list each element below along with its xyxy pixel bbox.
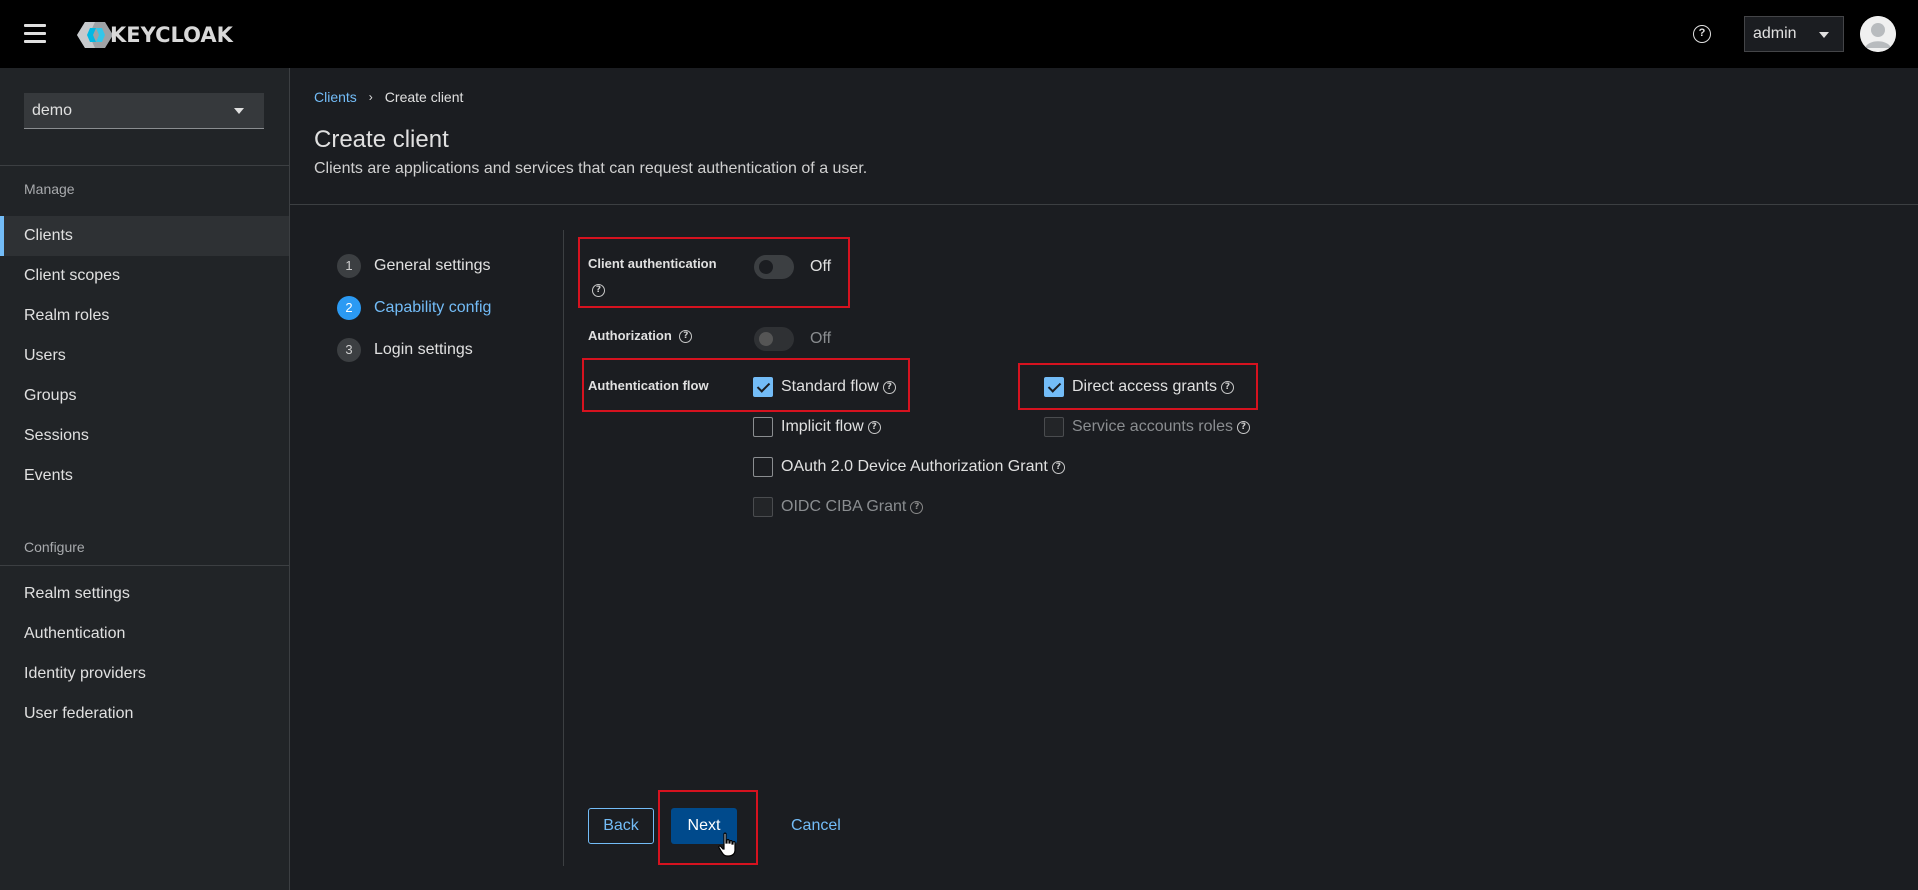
client-authentication-label: Client authentication [588,256,717,271]
step-label: General settings [374,257,491,274]
user-menu-label: admin [1753,25,1797,42]
client-authentication-toggle[interactable] [754,255,794,279]
sidebar-item-realm-settings[interactable]: Realm settings [0,574,289,614]
user-avatar-icon[interactable] [1860,16,1896,52]
help-icon[interactable]: ? [1051,460,1065,474]
page-description: Clients are applications and services th… [314,160,868,177]
direct-access-grants-checkbox[interactable]: Direct access grants ? [1044,377,1234,397]
wizard-divider [563,230,564,866]
hamburger-menu-icon[interactable] [24,24,48,44]
caret-down-icon [1819,32,1829,38]
chevron-right-icon: › [368,90,373,104]
help-icon[interactable]: ? [867,420,881,434]
sidebar-item-clients[interactable]: Clients [0,216,289,256]
wizard-step-general-settings[interactable]: 1 General settings [337,254,491,278]
checkbox-label: Standard flow [781,378,879,395]
step-number: 3 [337,338,361,362]
oauth-device-authorization-grant-checkbox[interactable]: OAuth 2.0 Device Authorization Grant ? [753,457,1065,477]
service-accounts-roles-checkbox[interactable]: Service accounts roles ? [1044,417,1250,437]
breadcrumb-current: Create client [384,89,464,105]
client-authentication-state: Off [810,258,832,275]
sidebar-item-sessions[interactable]: Sessions [0,416,289,456]
realm-selector[interactable]: demo [24,93,264,129]
user-menu-dropdown[interactable]: admin [1744,16,1844,52]
checkbox-unchecked[interactable] [753,417,773,437]
sidebar-item-events[interactable]: Events [0,456,289,496]
sidebar-item-client-scopes[interactable]: Client scopes [0,256,289,296]
sidebar-divider [0,565,290,566]
client-authentication-help[interactable]: ? [592,282,605,300]
sidebar-item-realm-roles[interactable]: Realm roles [0,296,289,336]
standard-flow-checkbox[interactable]: Standard flow ? [753,377,896,397]
page-title: Create client [314,126,449,153]
authorization-label: Authorization ? [588,328,693,344]
wizard-step-capability-config[interactable]: 2 Capability config [337,296,491,320]
step-number: 2 [337,296,361,320]
cancel-button[interactable]: Cancel [791,808,841,844]
nav-section-manage: Manage [24,181,75,197]
header-divider [290,204,1918,205]
caret-down-icon [234,108,244,114]
help-icon[interactable]: ? [1693,25,1711,43]
back-button[interactable]: Back [588,808,654,844]
checkbox-label: OAuth 2.0 Device Authorization Grant [781,458,1048,475]
step-label: Capability config [374,299,492,316]
authorization-label-text: Authorization [588,328,672,343]
nav-section-configure: Configure [24,539,85,555]
oidc-ciba-grant-checkbox[interactable]: OIDC CIBA Grant ? [753,497,924,517]
checkbox-checked[interactable] [1044,377,1064,397]
authorization-toggle[interactable] [754,327,794,351]
checkbox-disabled[interactable] [753,497,773,517]
sidebar-item-authentication[interactable]: Authentication [0,614,289,654]
sidebar-item-identity-providers[interactable]: Identity providers [0,654,289,694]
help-icon[interactable]: ? [1236,420,1250,434]
hand-cursor-icon [718,832,736,857]
help-icon[interactable]: ? [592,284,605,298]
masthead: KEYCLOAK ? admin [0,0,1918,68]
wizard-step-login-settings[interactable]: 3 Login settings [337,338,473,362]
sidebar-item-users[interactable]: Users [0,336,289,376]
sidebar: demo Manage Clients Client scopes Realm … [0,68,290,890]
authorization-state: Off [810,330,832,347]
sidebar-item-groups[interactable]: Groups [0,376,289,416]
authentication-flow-label: Authentication flow [588,378,709,393]
checkbox-label: Implicit flow [781,418,864,435]
help-icon[interactable]: ? [882,380,896,394]
checkbox-label: Service accounts roles [1072,418,1233,435]
checkbox-unchecked[interactable] [753,457,773,477]
sidebar-item-user-federation[interactable]: User federation [0,694,289,734]
checkbox-label: OIDC CIBA Grant [781,498,907,515]
checkbox-disabled[interactable] [1044,417,1064,437]
breadcrumb: Clients › Create client [314,89,463,105]
step-number: 1 [337,254,361,278]
checkbox-checked[interactable] [753,377,773,397]
checkbox-label: Direct access grants [1072,378,1217,395]
implicit-flow-checkbox[interactable]: Implicit flow ? [753,417,881,437]
help-icon[interactable]: ? [1220,380,1234,394]
help-icon[interactable]: ? [910,500,924,514]
step-label: Login settings [374,341,473,358]
help-icon[interactable]: ? [679,330,693,344]
brand-logo[interactable]: KEYCLOAK [76,20,233,50]
realm-selector-label: demo [32,101,73,119]
sidebar-divider [0,165,290,166]
breadcrumb-clients-link[interactable]: Clients [314,89,357,105]
brand-name: KEYCLOAK [110,23,233,47]
keycloak-logo-icon [77,22,113,48]
